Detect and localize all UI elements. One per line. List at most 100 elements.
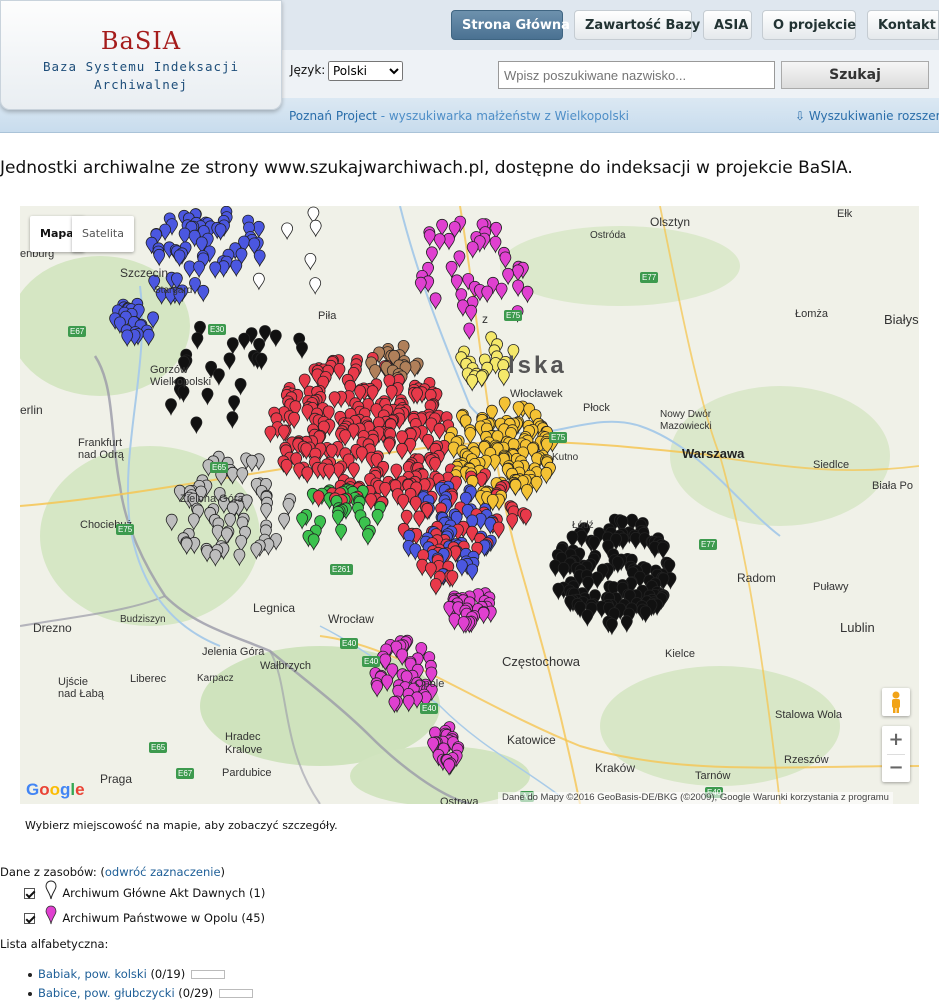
map-label-tarnow: Tarnów: [695, 770, 731, 782]
map-label-pardubice: Pardubice: [222, 767, 272, 779]
map-label-lublin: Lublin: [840, 620, 875, 635]
map-label-nad-laba: nad Łabą: [58, 688, 104, 700]
nav-database-button[interactable]: Zawartość Bazy: [574, 10, 700, 40]
nav-contact-button[interactable]: Kontakt: [867, 10, 939, 40]
map-label-plock: Płock: [583, 402, 610, 414]
map-label-drezno: Drezno: [33, 621, 72, 635]
locality-count: (0/29): [178, 986, 214, 1000]
road-shield: E40: [420, 703, 439, 714]
map-label-warszawa: Warszawa: [682, 446, 745, 461]
road-shield: E75: [504, 310, 523, 321]
map-label-nad-odra: nad Odrą: [78, 449, 124, 461]
zoom-in-button[interactable]: +: [882, 726, 910, 754]
map-label-jelenia: Jelenia Góra: [202, 646, 265, 658]
zoom-controls: + −: [882, 726, 910, 782]
map-label-mazowiecki: Mazowiecki: [660, 421, 712, 432]
locality-count: (0/19): [150, 967, 186, 981]
archive-filter-row[interactable]: Archiwum Główne Akt Dawnych (1): [24, 880, 265, 900]
language-select[interactable]: Polski: [328, 61, 403, 81]
white-pin-icon: [45, 880, 57, 900]
google-logo-g2: g: [60, 780, 71, 799]
map-label-berlin: erlin: [20, 403, 43, 417]
map-label-polska: lska: [508, 352, 567, 379]
map-label-siedlce: Siedlce: [813, 459, 850, 471]
map-label-budziszyn: Budziszyn: [120, 614, 166, 625]
map-label-elk: Ełk: [837, 208, 853, 220]
data-sources-label: Dane z zasobów: (odwróć zaznaczenie): [0, 865, 225, 879]
surname-search-input[interactable]: [498, 61, 775, 89]
nav-home-button[interactable]: Strona Główna: [451, 10, 570, 40]
map-label-uscie: Ujście: [58, 676, 88, 688]
logo-subtitle-line2: Archiwalnej: [94, 77, 188, 92]
locality-link[interactable]: Babiak, pow. kolski: [38, 967, 147, 981]
map-label-nowy-dwor: Nowy Dwór: [660, 409, 712, 420]
archive-checkbox[interactable]: [24, 913, 35, 924]
archive-label: Archiwum Główne Akt Dawnych (1): [62, 886, 266, 900]
zoom-out-button[interactable]: −: [882, 754, 910, 782]
data-sources-suffix: ): [220, 865, 226, 879]
invert-selection-link[interactable]: odwróć zaznaczenie: [105, 865, 221, 879]
map-attribution[interactable]: Dane do Mapy ©2016 GeoBasis-DE/BKG (©200…: [498, 792, 893, 804]
street-view-pegman-icon[interactable]: [882, 688, 910, 716]
map-label-stalowa: Stalowa Wola: [775, 709, 843, 721]
google-logo-o1: o: [39, 780, 50, 799]
site-logo[interactable]: BaSIA Baza Systemu Indeksacji Archiwalne…: [0, 0, 282, 110]
map-label-gorzow: Gorzów: [150, 364, 188, 376]
road-shield: E40: [362, 656, 381, 667]
map-label-wroclaw: Wrocław: [328, 612, 374, 626]
map-label-ostroda: Ostróda: [590, 230, 626, 241]
poznan-project-link[interactable]: Poznań Project: [289, 109, 377, 123]
road-shield: E75: [549, 432, 568, 443]
bullet: [28, 972, 32, 977]
map-widget[interactable]: Warszawa Białys Łomża Ełk Olsztyn Ostród…: [20, 206, 919, 804]
map-type-satellite-button[interactable]: Satelita: [72, 216, 134, 252]
google-logo[interactable]: Google: [26, 780, 85, 800]
map-label-frankfurt: Frankfurt: [78, 437, 123, 449]
map-label-ostrava: Ostrava: [440, 796, 479, 804]
alphabetical-list-label: Lista alfabetyczna:: [0, 937, 109, 951]
road-shield: E65: [149, 742, 168, 753]
google-logo-g: G: [26, 780, 40, 799]
road-shield: E67: [68, 326, 87, 337]
archive-checkbox[interactable]: [24, 888, 35, 899]
google-logo-e: e: [75, 780, 85, 799]
map-hint: Wybierz miejscowość na mapie, aby zobacz…: [25, 819, 338, 832]
map-label-wielkopolski: Wielkopolski: [150, 376, 212, 388]
language-label: Język:: [290, 63, 326, 77]
map-label-zielona: Zielona Góra: [180, 493, 244, 505]
map-label-lodz: Łódź: [572, 520, 594, 531]
map-label-rzeszow: Rzeszów: [784, 754, 829, 766]
logo-subtitle: Baza Systemu Indeksacji Archiwalnej: [1, 58, 281, 94]
map-label-czestochowa: Częstochowa: [502, 654, 581, 669]
google-logo-o2: o: [49, 780, 61, 799]
map-label-pulawy: Puławy: [813, 581, 849, 593]
archive-filter-row[interactable]: Archiwum Państwowe w Opolu (45): [24, 905, 265, 925]
map-label-liberec: Liberec: [130, 673, 167, 685]
logo-subtitle-line1: Baza Systemu Indeksacji: [42, 59, 240, 74]
data-sources-prefix: Dane z zasobów: (: [0, 865, 105, 879]
map-label-hradec: Hradec: [225, 731, 261, 743]
advanced-search-link[interactable]: ⇩ Wyszukiwanie rozszerzone: [795, 109, 939, 123]
nav-about-button[interactable]: O projekcie: [762, 10, 856, 40]
locality-progress-bar: [219, 989, 254, 998]
locality-link[interactable]: Babice, pow. głubczycki: [38, 986, 175, 1000]
map-label-stargard: Stargard: [154, 285, 193, 296]
map-label-bialystok: Białys: [884, 312, 919, 327]
map-label-biala: Biała Po: [872, 480, 913, 492]
map-label-kralove: Kralove: [225, 744, 263, 756]
map-label-pila: Piła: [318, 310, 337, 322]
poznan-project-link-row: Poznań Project - wyszukiwarka małżeństw …: [289, 109, 629, 123]
search-button[interactable]: Szukaj: [781, 61, 929, 89]
map-label-katowice: Katowice: [507, 733, 556, 747]
map-label-krakow: Kraków: [595, 761, 636, 775]
map-label-wloclawek: Włocławek: [510, 388, 563, 400]
road-shield: E75: [116, 524, 135, 535]
poznan-project-desc[interactable]: - wyszukiwarka małżeństw z Wielkopolski: [377, 109, 629, 123]
page-title: Jednostki archiwalne ze strony www.szuka…: [0, 158, 853, 178]
logo-title: BaSIA: [100, 27, 182, 55]
map-label-legnica: Legnica: [253, 601, 296, 615]
map-label-lomza: Łomża: [795, 308, 829, 320]
map-label-radom: Radom: [737, 571, 776, 585]
magenta-pin-icon: [45, 905, 57, 925]
nav-asia-button[interactable]: ASIA: [703, 10, 752, 40]
